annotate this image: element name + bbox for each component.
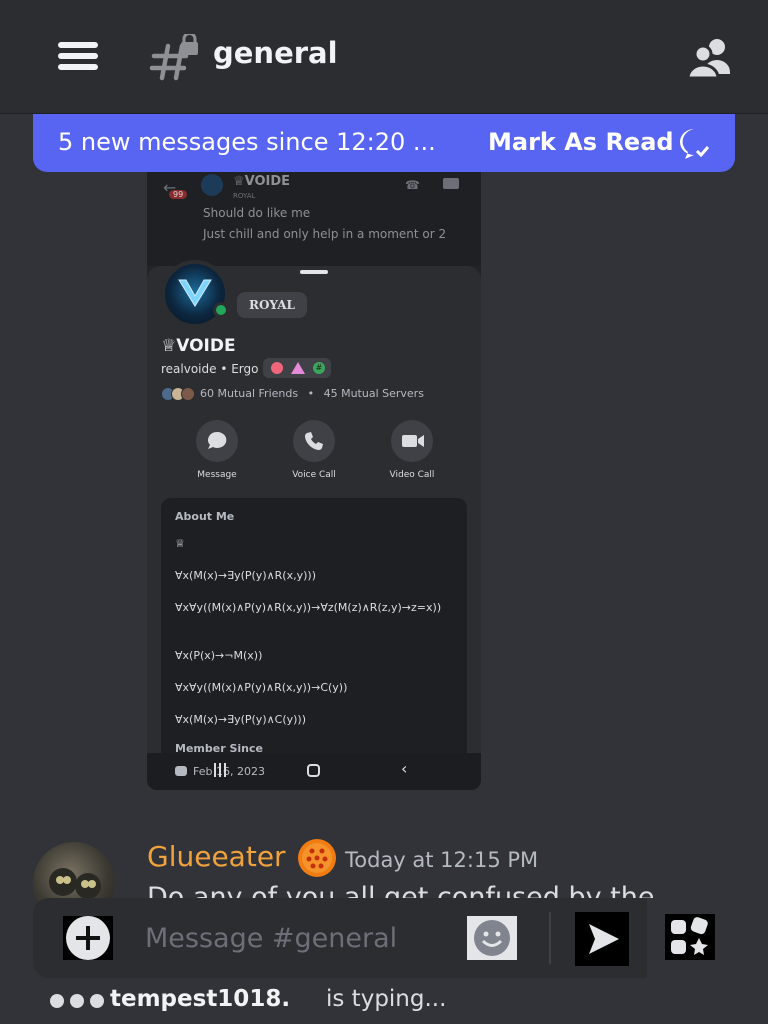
about-me-heading: About Me [175,510,235,523]
about-me-line: ∀x∀y((M(x)∧P(y)∧R(x,y))→C(y)) [175,681,348,694]
phone-icon: ☎ [405,178,420,192]
members-icon[interactable] [686,36,734,80]
v-logo-icon [178,279,212,307]
mutual-avatars [161,387,195,401]
mutuals-summary: 60 Mutual Friends • 45 Mutual Servers [200,387,424,400]
heart-badge-icon [271,362,283,374]
unread-badge: 99 [169,190,188,199]
drag-handle [300,270,328,274]
embedded-screenshot-attachment[interactable]: ← 99 ♕VOIDE ROYAL ☎ Should do like me Ju… [147,172,481,790]
message-input[interactable] [145,918,445,958]
apps-button[interactable] [647,898,735,978]
new-messages-text[interactable]: 5 new messages since 12:20 ... [58,128,436,156]
hamburger-menu-icon[interactable] [58,42,98,70]
mutual-friends: 60 Mutual Friends [200,387,299,400]
back-icon: ‹ [401,759,408,778]
send-button[interactable] [575,912,629,966]
message-bubble-icon [208,431,227,449]
preview-message-line: Just chill and only help in a moment or … [203,227,447,241]
member-since-date: Feb 16, 2023 [193,765,265,778]
apps-icon [671,917,708,955]
video-camera-icon [402,435,424,447]
profile-sheet: ROYAL ♕VOIDE realvoide • Ergo # 60 Mutua… [147,260,481,790]
video-camera-icon [443,178,459,189]
role-tag: ROYAL [237,292,307,318]
mutual-servers: 45 Mutual Servers [323,387,424,400]
recent-apps-icon [213,763,227,777]
about-me-line: ∀x(M(x)→∃y(P(y)∧R(x,y))) [175,569,316,582]
screenshot-chat-preview: ← 99 ♕VOIDE ROYAL ☎ Should do like me Ju… [147,172,481,266]
profile-subtitle: realvoide • Ergo [161,362,259,376]
profile-voice-call-action: Voice Call [274,420,354,480]
typing-dots-icon [50,994,104,1008]
typing-suffix: is typing... [326,986,447,1012]
phone-icon [304,432,323,451]
action-label: Voice Call [292,470,336,480]
message-composer [33,898,735,978]
about-me-line: ∀x(M(x)→∃y(P(y)∧C(y))) [175,713,307,726]
locked-channel-hash-icon [149,34,198,81]
message-content: Do any of you all get confused by the [147,882,655,898]
new-messages-bar[interactable]: 5 new messages since 12:20 ... Mark As R… [33,114,735,172]
message-author[interactable]: Glueeater [147,840,286,873]
composer-divider [549,912,551,964]
message-timestamp: Today at 12:15 PM [345,848,539,872]
channel-header: general [0,0,768,114]
attach-plus-button[interactable] [63,916,113,960]
about-me-line: ∀x∀y((M(x)∧P(y)∧R(x,y))→∀z(M(z)∧R(z,y)→z… [175,601,442,614]
send-icon [589,924,619,954]
triangle-badge-icon [291,362,305,374]
avatar [201,174,223,196]
discord-logo-icon [175,766,187,776]
profile-display-name: ♕VOIDE [161,336,236,356]
profile-video-call-action: Video Call [372,420,452,480]
preview-role: ROYAL [233,192,256,200]
about-me-line: ♕ [175,537,185,550]
preview-message-line: Should do like me [203,206,311,220]
typing-user: tempest1018. [110,986,291,1012]
channel-title[interactable]: general [213,36,338,70]
about-me-card: About Me ♕ ∀x(M(x)→∃y(P(y)∧R(x,y))) ∀x∀y… [161,498,467,790]
profile-badges: # [263,358,331,378]
android-nav-bar: Feb 16, 2023 ‹ [147,753,481,790]
online-status-icon [213,302,229,318]
action-label: Message [197,470,237,480]
mark-as-read-button[interactable]: Mark As Read [488,128,674,156]
dragon-ball-badge-icon [298,839,336,877]
mark-read-chat-icon[interactable] [677,126,711,160]
mutual-separator: • [307,387,315,400]
preview-username: ♕VOIDE [233,174,291,189]
about-me-line: ∀x(P(x)→¬M(x)) [175,649,263,662]
hash-badge-icon: # [313,362,325,374]
home-icon [307,764,320,777]
action-label: Video Call [389,470,435,480]
emoji-button[interactable] [467,916,517,960]
profile-message-action: Message [177,420,257,480]
emoji-icon [474,920,510,956]
